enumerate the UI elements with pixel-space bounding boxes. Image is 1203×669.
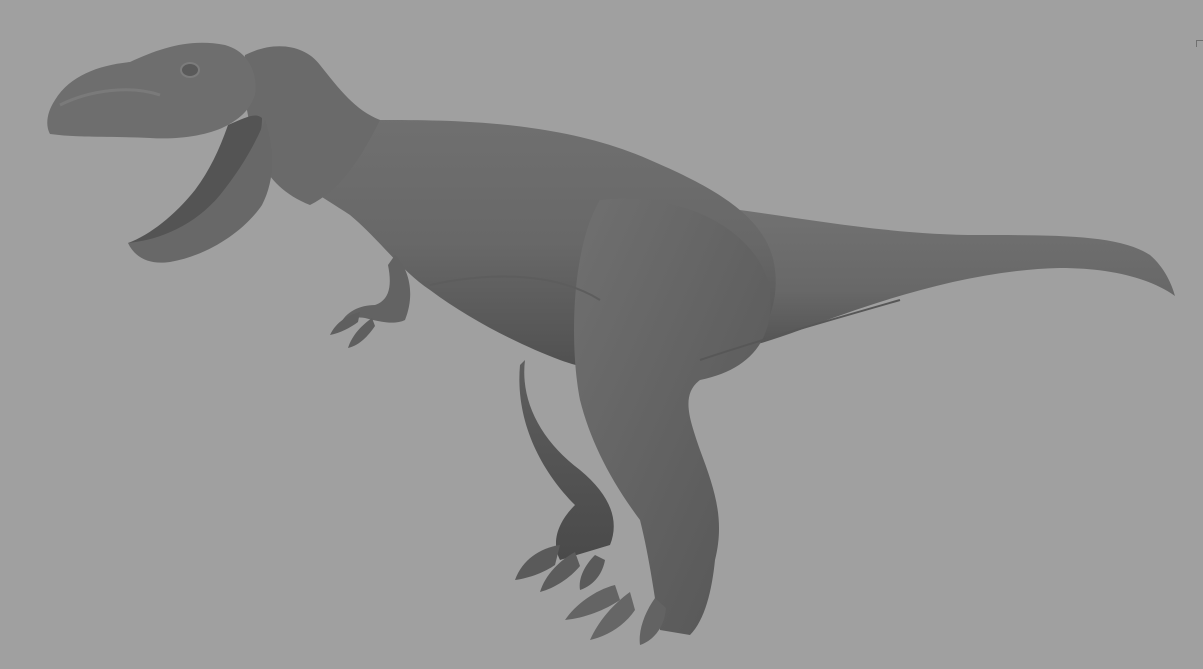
arms (330, 255, 411, 348)
viewport-corner-mark (1196, 40, 1203, 47)
eye-icon (180, 62, 200, 78)
head (47, 42, 273, 263)
t-rex-model[interactable] (0, 0, 1203, 669)
3d-viewport[interactable] (0, 0, 1203, 669)
